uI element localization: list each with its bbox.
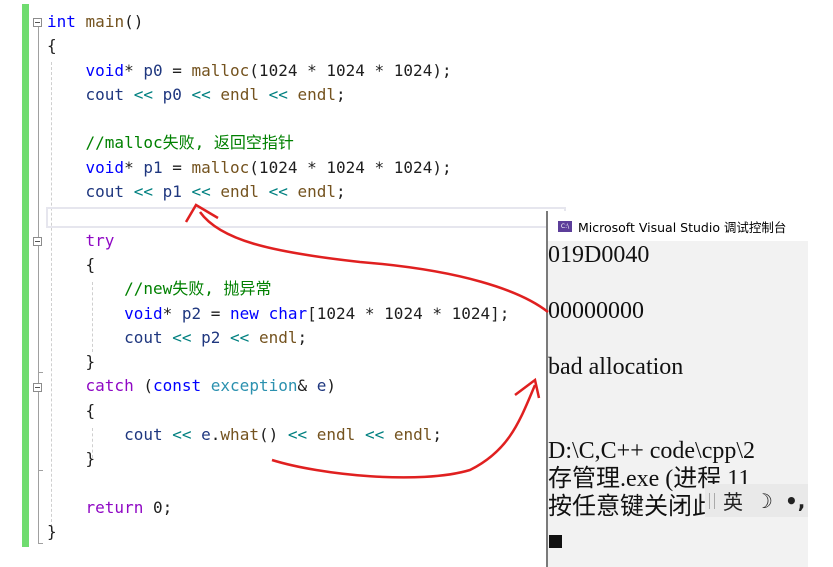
annotation-arrow-exception bbox=[271, 384, 537, 479]
annotation-arrowhead-exception bbox=[514, 377, 541, 399]
annotation-layer bbox=[184, 203, 549, 479]
annotation-arrow-null-pointer bbox=[198, 211, 549, 313]
